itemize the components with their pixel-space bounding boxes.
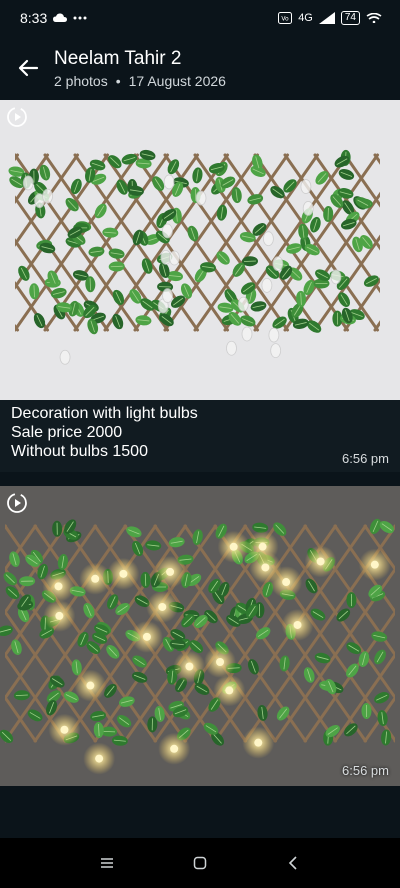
view-once-icon <box>6 492 28 514</box>
system-navigation-bar <box>0 838 400 888</box>
svg-text:Vo: Vo <box>282 16 290 23</box>
cloud-icon <box>53 13 68 23</box>
caption-line: Sale price 2000 <box>11 424 123 441</box>
back-nav-button[interactable] <box>273 843 313 883</box>
chat-title: Neelam Tahir 2 <box>54 48 182 69</box>
more-icon <box>73 16 87 20</box>
back-nav-icon <box>289 856 297 870</box>
status-bar: 8:33 Vo 4G 74 <box>0 0 400 36</box>
status-time: 8:33 <box>20 10 48 26</box>
header-subtitle: 2 photos • 17 August 2026 <box>54 73 226 89</box>
wifi-icon <box>366 13 382 23</box>
separator-dot: • <box>115 73 121 89</box>
status-left: 8:33 <box>20 10 87 26</box>
view-once-icon <box>6 106 28 128</box>
arrow-left-icon <box>18 59 39 77</box>
message-time: 6:56 pm <box>342 763 389 778</box>
message-time: 6:56 pm <box>342 451 389 466</box>
photo-2[interactable] <box>0 486 400 786</box>
signal-icon <box>318 12 335 24</box>
header-text: Neelam Tahir 2 2 photos • 17 August 2026 <box>54 47 226 89</box>
photo-1[interactable] <box>0 100 400 400</box>
media-date: 17 August 2026 <box>128 73 226 89</box>
network-type-label: 4G <box>298 12 313 24</box>
battery-icon: 74 <box>340 11 360 25</box>
caption-line: Without bulbs 1500 <box>11 443 148 460</box>
media-message-2[interactable]: 6:56 pm <box>0 486 400 786</box>
recents-button[interactable] <box>87 843 127 883</box>
status-right: Vo 4G 74 <box>278 11 382 25</box>
volte-icon: Vo <box>278 12 293 24</box>
caption-line: Decoration with light bulbs <box>11 405 198 422</box>
caption-area: Decoration with light bulbs Sale price 2… <box>0 400 400 472</box>
photo-count: 2 photos <box>54 73 108 89</box>
home-button[interactable] <box>180 843 220 883</box>
recents-icon <box>100 858 113 868</box>
back-button[interactable] <box>4 44 52 92</box>
app-header: Neelam Tahir 2 2 photos • 17 August 2026 <box>0 36 400 100</box>
photo-2-image <box>0 486 400 786</box>
media-message-1[interactable]: Decoration with light bulbs Sale price 2… <box>0 100 400 472</box>
home-icon <box>193 856 207 870</box>
photo-1-image <box>0 100 400 400</box>
